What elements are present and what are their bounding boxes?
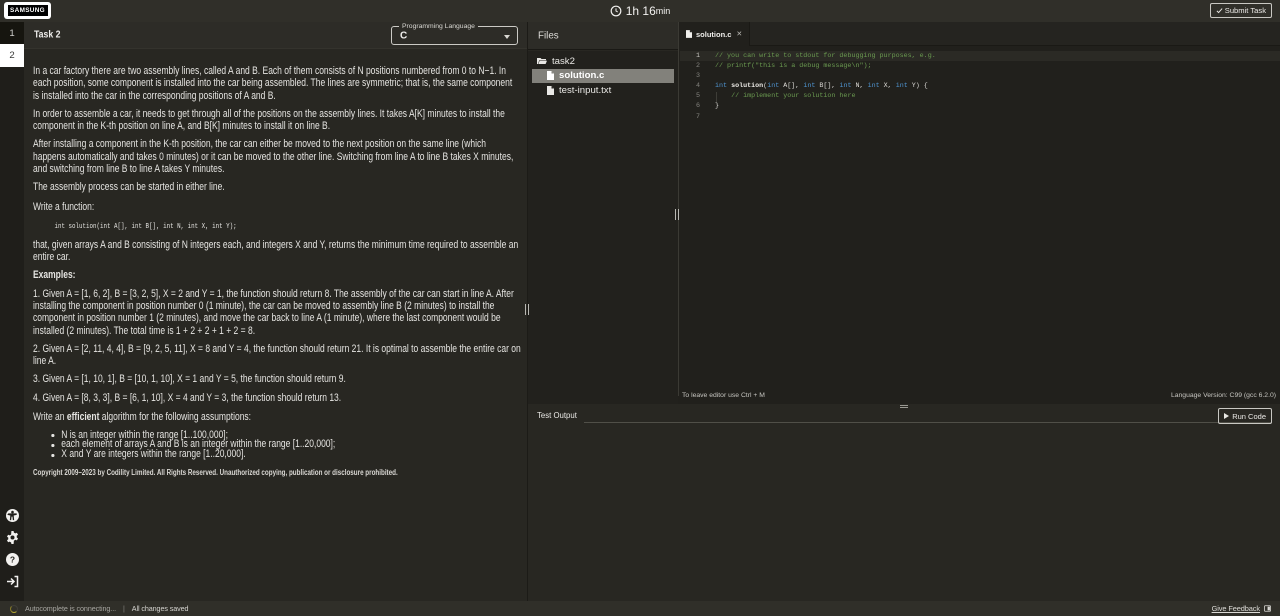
svg-text:?: ?	[9, 555, 14, 565]
